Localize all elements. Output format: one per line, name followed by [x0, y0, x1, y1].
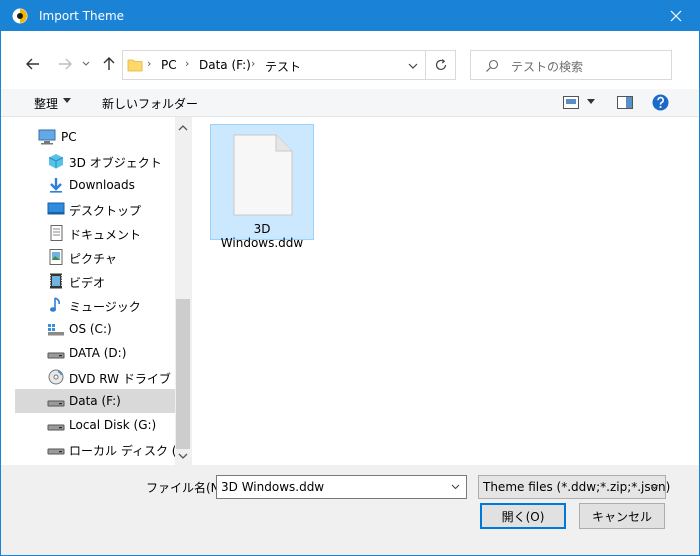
nav-item-os-drive[interactable]: OS (C:) [15, 317, 175, 341]
address-bar[interactable]: › PC › Data (F:) › テスト [122, 50, 426, 80]
music-icon [50, 297, 60, 312]
chevron-down-icon[interactable] [406, 59, 420, 73]
address-row: › PC › Data (F:) › テスト テストの検索 [1, 31, 699, 89]
back-button[interactable] [23, 54, 43, 74]
breadcrumb-separator: › [185, 57, 190, 70]
file-list-pane[interactable]: 3D Windows.ddw [192, 117, 699, 465]
scroll-down-icon[interactable] [178, 451, 188, 461]
search-icon [486, 59, 499, 72]
window-title: Import Theme [39, 9, 125, 23]
3d-objects-icon [48, 154, 64, 169]
arrow-left-icon [26, 58, 39, 70]
dialog-footer: ファイル名(N): 3D Windows.ddw Theme files (*.… [1, 465, 699, 555]
breadcrumb-test-folder[interactable]: テスト [265, 58, 301, 75]
videos-icon [50, 273, 62, 289]
nav-item-music[interactable]: ミュージック [15, 293, 175, 317]
close-icon [670, 10, 682, 22]
scrollbar-thumb[interactable] [176, 299, 190, 449]
caret-down-icon[interactable] [63, 98, 71, 104]
command-toolbar: 整理 新しいフォルダー [1, 89, 699, 117]
scroll-up-icon[interactable] [178, 123, 188, 133]
drive-icon [47, 448, 65, 455]
drive-icon [47, 424, 65, 431]
arrow-up-icon [103, 57, 115, 70]
open-button[interactable]: 開く(O) [480, 503, 566, 529]
up-button[interactable] [99, 54, 119, 74]
file-type-filter[interactable]: Theme files (*.ddw;*.zip;*.json) [478, 475, 670, 499]
nav-item-local-disk-g[interactable]: Local Disk (G:) [15, 413, 175, 437]
nav-item-desktop[interactable]: デスクトップ [15, 197, 175, 221]
search-box[interactable]: テストの検索 [470, 50, 672, 80]
cancel-button[interactable]: キャンセル [579, 503, 665, 529]
organize-menu[interactable]: 整理 [34, 95, 58, 112]
nav-item-pc[interactable]: PC [15, 125, 175, 149]
file-icon [233, 134, 293, 216]
arrow-right-icon [59, 58, 72, 70]
nav-scrollbar[interactable] [175, 117, 191, 465]
forward-button[interactable] [55, 54, 75, 74]
app-icon [12, 8, 28, 24]
breadcrumb-data-drive[interactable]: Data (F:) [199, 58, 251, 72]
breadcrumb-separator: › [251, 57, 256, 70]
pc-icon [38, 129, 56, 145]
navigation-pane[interactable]: PC 3D オブジェクト Downloads デスクトップ ドキュメント ピクチ… [15, 117, 175, 465]
file-item[interactable]: 3D Windows.ddw [210, 124, 314, 250]
filename-input[interactable]: 3D Windows.ddw [216, 475, 467, 499]
drive-icon [47, 352, 65, 359]
os-drive-icon [48, 324, 64, 336]
nav-item-dvd-drive[interactable]: DVD RW ドライブ (E:) A [15, 365, 175, 389]
search-placeholder: テストの検索 [511, 60, 584, 74]
recent-locations-button[interactable] [79, 54, 93, 74]
refresh-button[interactable] [426, 50, 456, 80]
documents-icon [50, 225, 63, 241]
caret-down-icon[interactable] [587, 99, 595, 105]
nav-item-data-d[interactable]: DATA (D:) [15, 341, 175, 365]
folder-icon [127, 59, 143, 72]
breadcrumb-pc[interactable]: PC [161, 58, 177, 72]
view-large-icons-icon[interactable] [563, 96, 579, 109]
pictures-icon [49, 249, 63, 265]
nav-item-documents[interactable]: ドキュメント [15, 221, 175, 245]
preview-pane-icon[interactable] [617, 96, 633, 109]
nav-item-downloads[interactable]: Downloads [15, 173, 175, 197]
desktop-icon [47, 202, 65, 215]
new-folder-button[interactable]: 新しいフォルダー [102, 95, 198, 112]
filename-value: 3D Windows.ddw [221, 480, 325, 494]
nav-item-pictures[interactable]: ピクチャ [15, 245, 175, 269]
help-icon[interactable] [652, 94, 669, 111]
nav-item-local-disk-i[interactable]: ローカル ディスク (I:) [15, 437, 175, 461]
nav-item-data-f[interactable]: Data (F:) [15, 389, 175, 413]
dvd-drive-icon [48, 369, 64, 385]
nav-item-3d-objects[interactable]: 3D オブジェクト [15, 149, 175, 173]
chevron-down-icon [82, 61, 90, 66]
import-theme-dialog: Import Theme › PC › Data (F:) › テスト テストの… [0, 0, 700, 556]
close-button[interactable] [653, 1, 699, 31]
file-name: 3D Windows.ddw [220, 222, 304, 250]
file-type-value: Theme files (*.ddw;*.zip;*.json) [483, 480, 671, 494]
chevron-down-icon [650, 484, 659, 490]
refresh-icon [435, 59, 446, 71]
title-bar[interactable]: Import Theme [1, 1, 699, 31]
breadcrumb-separator: › [147, 57, 152, 70]
drive-icon [47, 400, 65, 407]
downloads-icon [50, 178, 62, 193]
chevron-down-icon[interactable] [451, 484, 460, 490]
nav-item-videos[interactable]: ビデオ [15, 269, 175, 293]
